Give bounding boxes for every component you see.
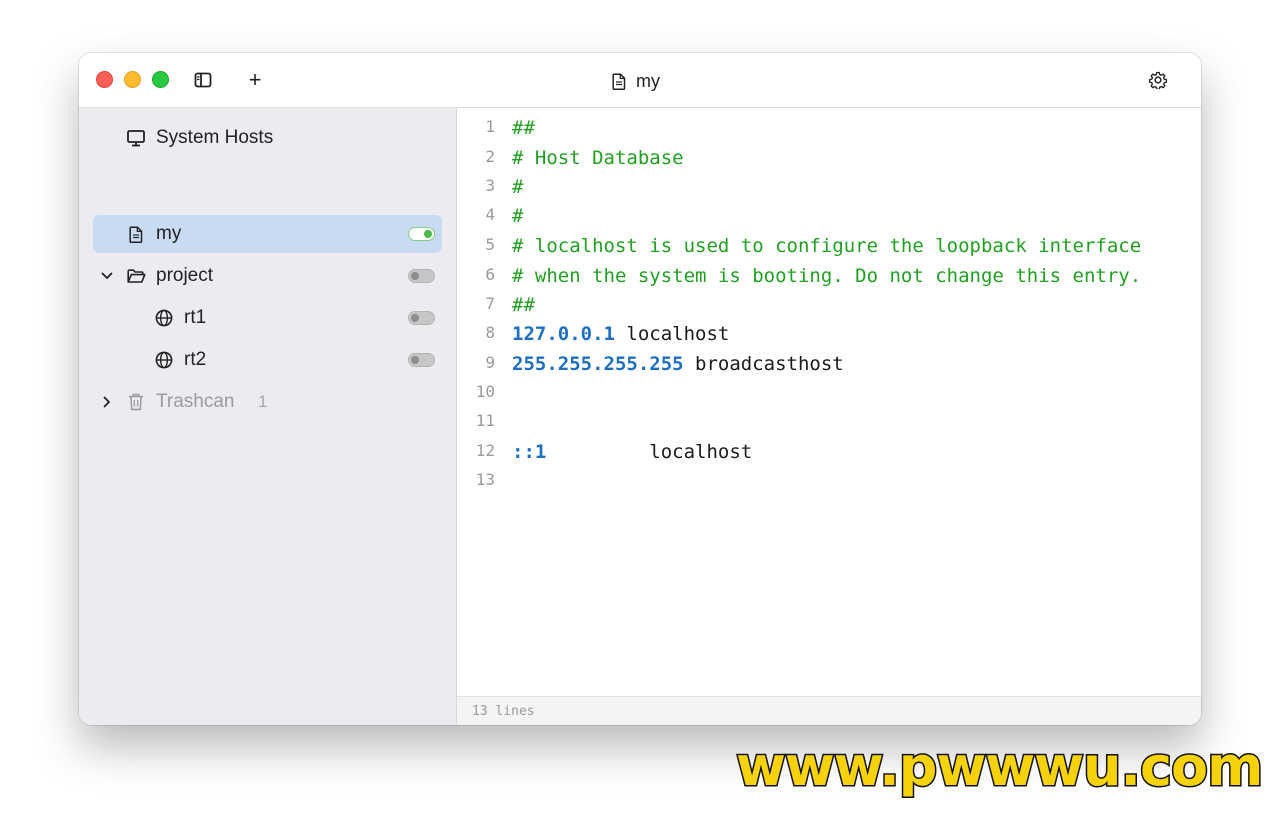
sidebar: System Hosts my project rt1 rt2 Trashcan… <box>79 108 457 725</box>
sidebar-item-label: Trashcan <box>156 391 235 412</box>
line-number: 6 <box>485 265 495 284</box>
sidebar-item-project[interactable]: project <box>93 257 442 295</box>
plus-icon: + <box>248 67 262 92</box>
gear-icon <box>1149 71 1167 89</box>
app-window: + my System Hosts my project rt1 rt2 Tra… <box>79 53 1201 725</box>
ip-address: 127.0.0.1 <box>512 323 615 345</box>
ip-address: ::1 <box>512 441 547 463</box>
hosts-editor[interactable]: 1 ## 2 # Host Database 3 # 4 # 5 # local… <box>457 108 1201 696</box>
hostname: localhost <box>614 323 730 345</box>
globe-icon <box>154 308 174 328</box>
folder-open-icon <box>126 266 146 286</box>
trash-icon <box>126 392 146 412</box>
line-number: 5 <box>485 235 495 254</box>
monitor-icon <box>126 128 146 148</box>
code-comment: ## <box>512 294 535 316</box>
code-entry: ::1 localhost <box>512 438 752 466</box>
editor-line: 4 # <box>457 202 1201 230</box>
editor-line: 5 # localhost is used to configure the l… <box>457 232 1201 260</box>
line-count: 13 lines <box>472 704 535 719</box>
minimize-window-button[interactable] <box>124 71 141 88</box>
hostname: broadcasthost <box>683 353 844 375</box>
window-title: my <box>612 69 660 93</box>
code-comment: # Host Database <box>512 147 684 169</box>
line-number: 8 <box>485 323 495 342</box>
line-number: 10 <box>475 382 495 401</box>
editor-line: 2 # Host Database <box>457 144 1201 172</box>
toggle-sidebar-button[interactable] <box>193 70 213 90</box>
globe-icon <box>154 350 174 370</box>
line-number: 9 <box>485 353 495 372</box>
title-bar: + my <box>79 53 1201 108</box>
line-number: 3 <box>485 176 495 195</box>
line-number: 4 <box>485 205 495 224</box>
status-bar: 13 lines <box>457 696 1201 725</box>
document-icon <box>126 224 146 244</box>
editor-line: 1 ## <box>457 114 1201 142</box>
sidebar-item-system-hosts[interactable] <box>93 173 442 211</box>
code-comment: # <box>512 176 524 198</box>
sidebar-item-rt2[interactable]: rt2 <box>93 341 442 379</box>
line-number: 2 <box>485 147 495 166</box>
ip-address: 255.255.255.255 <box>512 353 684 375</box>
editor-line: 9 255.255.255.255 broadcasthost <box>457 350 1201 378</box>
window-title-text: my <box>636 70 660 91</box>
line-number: 12 <box>475 441 495 460</box>
sidebar-item-system-hosts-row[interactable]: System Hosts <box>93 119 442 157</box>
line-number: 11 <box>475 411 495 430</box>
sidebar-item-label: project <box>156 265 214 286</box>
code-comment: # <box>512 205 524 227</box>
sidebar-item-label: System Hosts <box>156 127 274 148</box>
enable-toggle[interactable] <box>408 227 435 241</box>
enable-toggle[interactable] <box>408 269 435 283</box>
sidebar-item-my[interactable]: my <box>93 215 442 253</box>
document-icon <box>612 72 626 90</box>
line-number: 13 <box>475 470 495 489</box>
add-button[interactable]: + <box>245 67 265 92</box>
sidebar-item-rt1[interactable]: rt1 <box>93 299 442 337</box>
chevron-down-icon[interactable] <box>99 268 115 284</box>
editor-line: 7 ## <box>457 291 1201 319</box>
trash-count-badge: 1 <box>258 392 268 411</box>
code-comment: # when the system is booting. Do not cha… <box>512 265 1142 287</box>
editor-line: 8 127.0.0.1 localhost <box>457 320 1201 348</box>
editor-line: 10 <box>457 379 1201 407</box>
editor-line: 13 <box>457 467 1201 495</box>
zoom-window-button[interactable] <box>152 71 169 88</box>
editor-line: 6 # when the system is booting. Do not c… <box>457 262 1201 290</box>
line-number: 7 <box>485 294 495 313</box>
chevron-right-icon[interactable] <box>99 394 115 410</box>
watermark-text: www.pwwwu.com <box>734 734 1264 800</box>
sidebar-icon <box>194 72 212 88</box>
settings-button[interactable] <box>1148 70 1168 90</box>
sidebar-item-label: rt2 <box>184 349 207 370</box>
code-entry: 255.255.255.255 broadcasthost <box>512 350 844 378</box>
code-comment: # localhost is used to configure the loo… <box>512 235 1142 257</box>
hostname: localhost <box>546 441 753 463</box>
code-entry: 127.0.0.1 localhost <box>512 320 729 348</box>
editor-line: 11 <box>457 408 1201 436</box>
close-window-button[interactable] <box>96 71 113 88</box>
sidebar-item-label: rt1 <box>184 307 207 328</box>
enable-toggle[interactable] <box>408 311 435 325</box>
sidebar-item-trashcan[interactable]: Trashcan 1 <box>93 383 442 421</box>
editor-line: 3 # <box>457 173 1201 201</box>
editor-line: 12 ::1 localhost <box>457 438 1201 466</box>
code-comment: ## <box>512 117 535 139</box>
sidebar-item-label: my <box>156 223 182 244</box>
line-number: 1 <box>485 117 495 136</box>
enable-toggle[interactable] <box>408 353 435 367</box>
